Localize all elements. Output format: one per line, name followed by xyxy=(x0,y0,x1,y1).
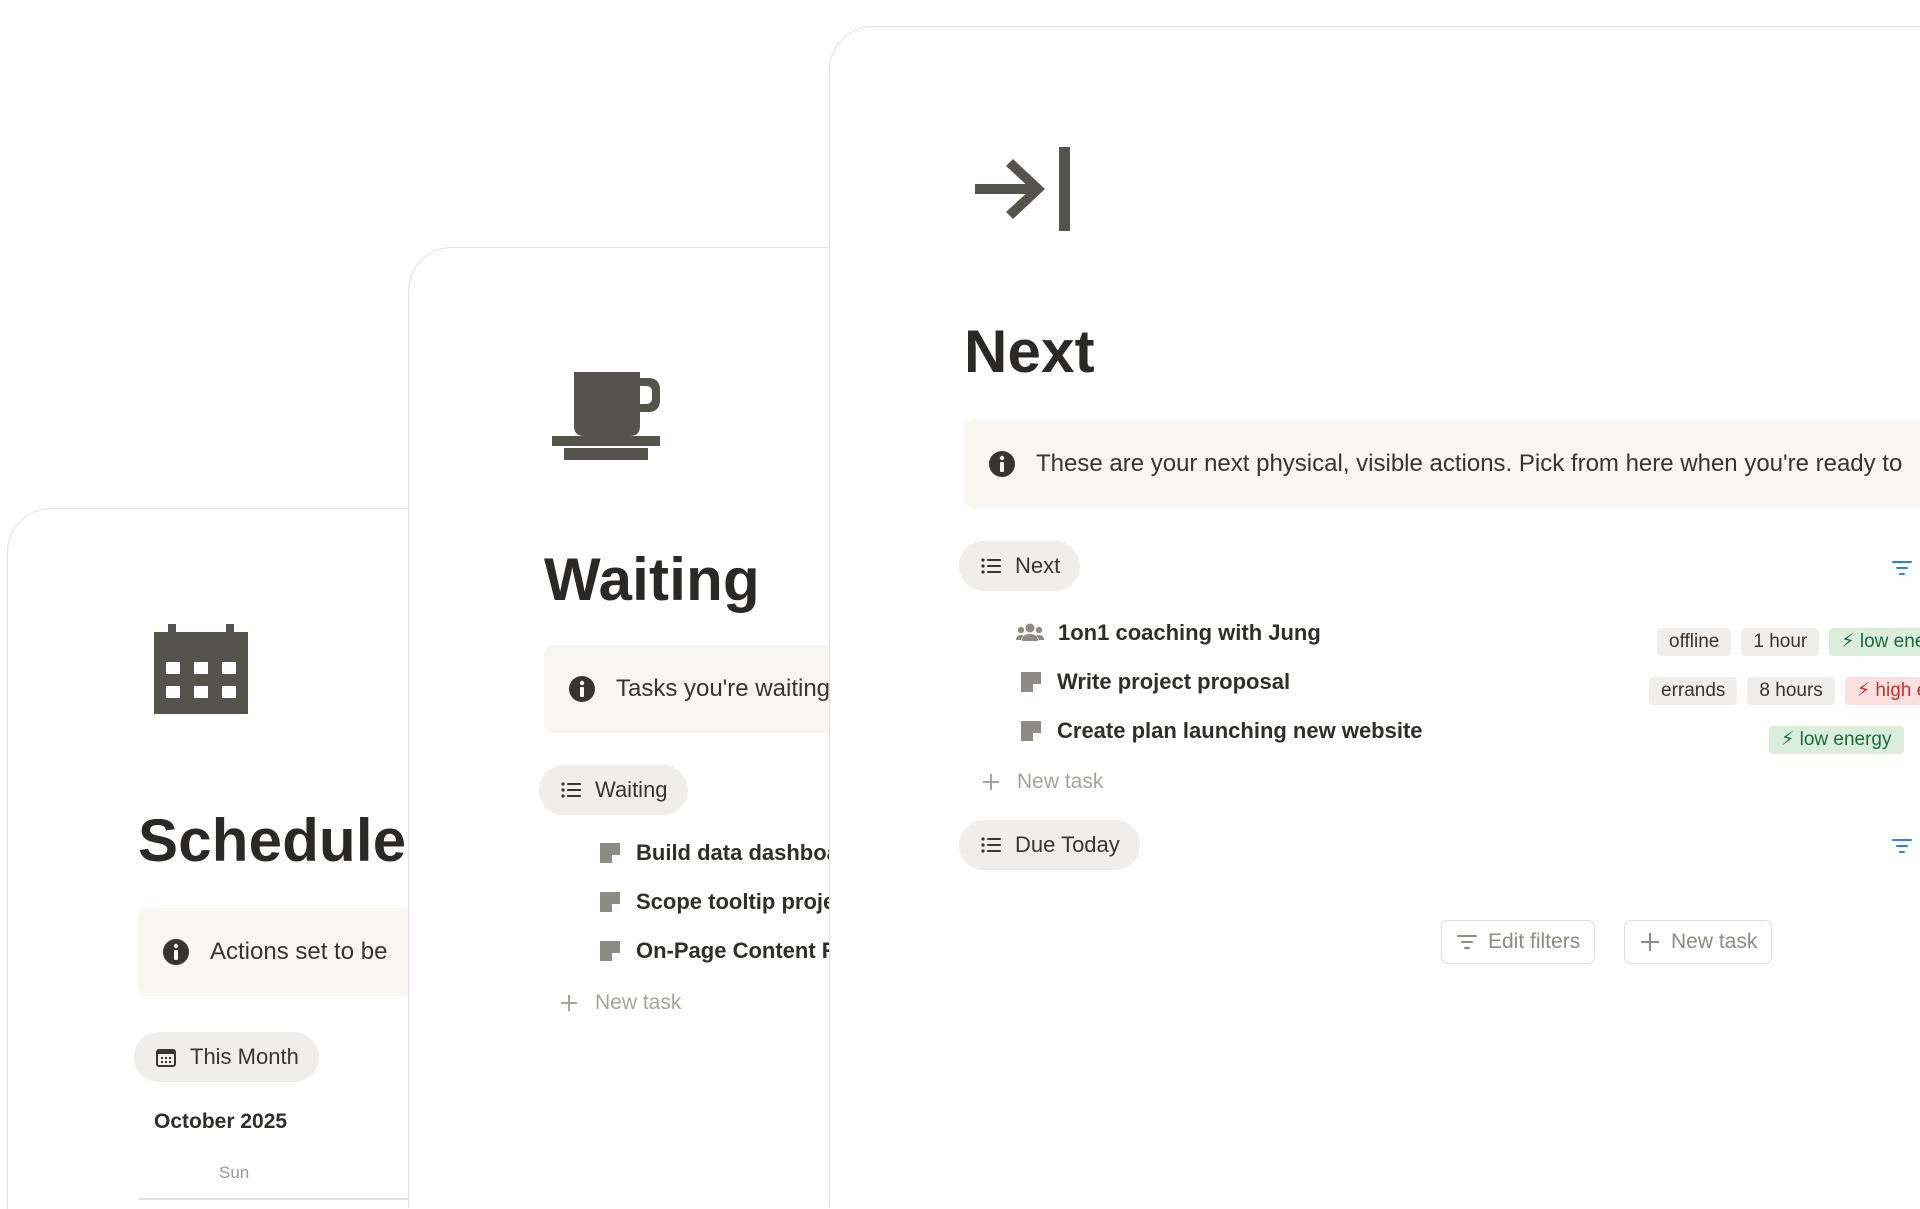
plus-icon xyxy=(1641,933,1659,951)
tab-label: This Month xyxy=(190,1044,299,1069)
task-name: Create plan launching new website xyxy=(1057,718,1423,743)
task-tags: offline 1 hour ⚡ low energy xyxy=(1657,628,1920,656)
page-icon xyxy=(600,941,620,961)
callout: These are your next physical, visible ac… xyxy=(964,420,1920,508)
calendar-icon xyxy=(154,624,248,714)
task-row[interactable]: 1on1 coaching with Jung xyxy=(1016,612,1321,654)
next-page-card: Next These are your next physical, visib… xyxy=(829,26,1920,1207)
task-name: Scope tooltip proje xyxy=(636,889,836,914)
page-icon xyxy=(600,892,620,912)
page-title: Next xyxy=(964,318,1095,385)
plus-icon xyxy=(983,774,999,790)
filter-icon xyxy=(1457,935,1477,949)
info-icon xyxy=(163,939,189,965)
list-icon xyxy=(981,558,1001,574)
tab-next[interactable]: Next xyxy=(959,541,1081,591)
coffee-cup-icon xyxy=(552,372,660,460)
task-row[interactable]: On-Page Content R xyxy=(598,930,838,972)
task-name: Build data dashboa xyxy=(636,840,839,865)
callout-text: Tasks you're waiting xyxy=(616,675,831,702)
tab-label: Waiting xyxy=(595,777,668,802)
new-task-label: New task xyxy=(1017,770,1104,793)
tag-context: errands xyxy=(1649,677,1738,705)
arrow-to-bar-icon xyxy=(975,147,1070,231)
tab-this-month[interactable]: This Month xyxy=(134,1032,319,1082)
list-icon xyxy=(981,837,1001,853)
info-icon xyxy=(569,676,595,702)
task-row[interactable]: Scope tooltip proje xyxy=(598,881,835,923)
task-row[interactable]: Build data dashboa xyxy=(598,832,839,874)
edit-filters-label: Edit filters xyxy=(1488,930,1581,953)
tag-energy: ⚡ low energy xyxy=(1769,726,1904,754)
plus-icon xyxy=(561,995,577,1011)
task-row[interactable]: Write project proposal xyxy=(1019,661,1290,703)
calendar-month-label: October 2025 xyxy=(154,1110,288,1133)
tag-energy: ⚡ low energy xyxy=(1829,628,1920,656)
tab-waiting[interactable]: Waiting xyxy=(539,765,688,815)
page-icon xyxy=(600,843,620,863)
new-task-button[interactable]: New task xyxy=(1624,920,1773,964)
page-icon xyxy=(1021,672,1041,692)
tag-energy: ⚡ high energy xyxy=(1844,677,1920,705)
tag-duration: 1 hour xyxy=(1741,628,1820,656)
tab-due-today[interactable]: Due Today xyxy=(959,820,1140,870)
callout-text: These are your next physical, visible ac… xyxy=(1036,450,1903,477)
page-title: Waiting xyxy=(544,546,760,613)
new-task-button[interactable]: New task xyxy=(981,770,1103,794)
new-task-label: New task xyxy=(595,991,682,1014)
people-icon xyxy=(1016,623,1044,641)
task-tags: errands 8 hours ⚡ high energy xyxy=(1649,677,1920,705)
task-name: Write project proposal xyxy=(1057,669,1291,694)
filter-icon[interactable] xyxy=(1891,835,1913,857)
weekday-label: Sun xyxy=(219,1163,250,1182)
page-title: Schedule xyxy=(138,807,407,874)
tag-duration: 8 hours xyxy=(1747,677,1835,705)
calendar-small-icon xyxy=(156,1049,176,1067)
new-task-button-label: New task xyxy=(1671,930,1758,953)
task-name: 1on1 coaching with Jung xyxy=(1058,620,1321,645)
tab-label: Due Today xyxy=(1015,832,1120,857)
callout-text: Actions set to be xyxy=(210,938,388,965)
list-icon xyxy=(561,782,581,798)
edit-filters-button[interactable]: Edit filters xyxy=(1441,920,1596,964)
task-tags: ⚡ low energy xyxy=(1769,726,1904,754)
new-task-button[interactable]: New task xyxy=(559,991,681,1015)
filter-icon[interactable] xyxy=(1891,557,1913,579)
task-name: On-Page Content R xyxy=(636,938,838,963)
tag-context: offline xyxy=(1657,628,1732,656)
task-row[interactable]: Create plan launching new website xyxy=(1019,710,1423,752)
info-icon xyxy=(989,451,1015,477)
page-icon xyxy=(1021,721,1041,741)
tab-label: Next xyxy=(1015,553,1061,578)
